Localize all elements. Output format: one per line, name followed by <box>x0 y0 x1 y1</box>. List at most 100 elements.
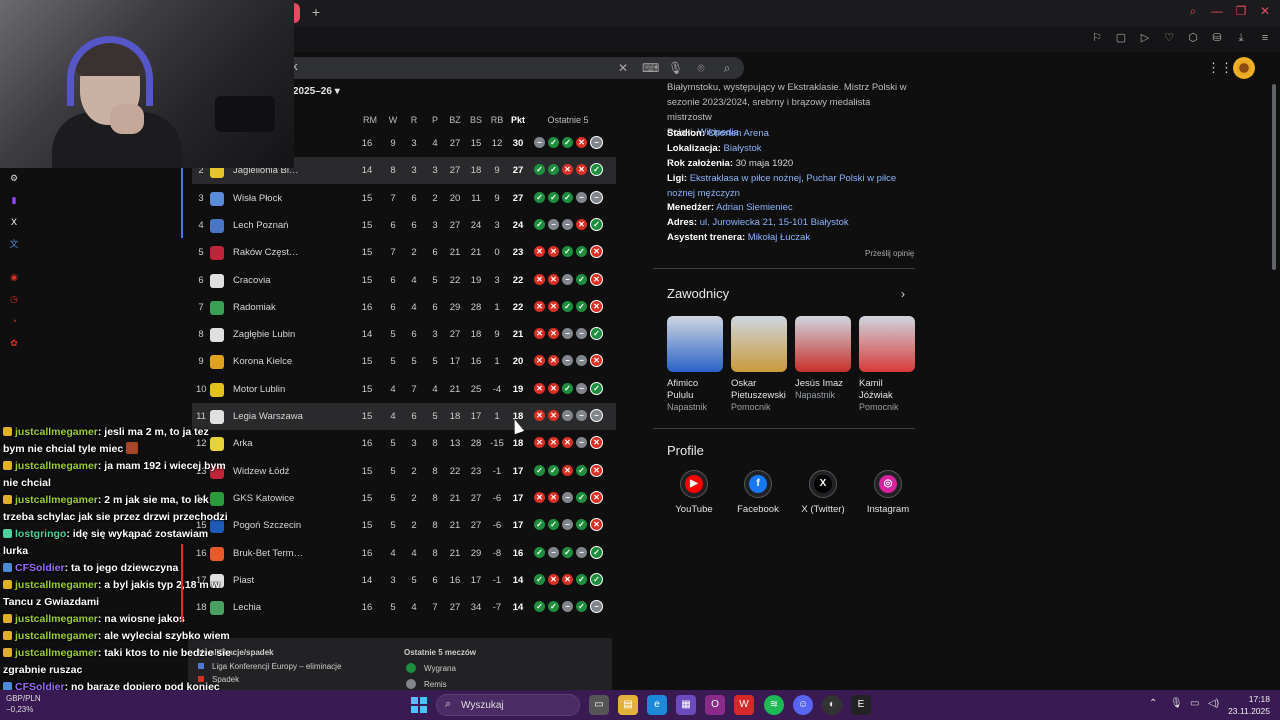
page-scrollbar[interactable] <box>1272 84 1276 270</box>
social-profile-link[interactable]: f Facebook <box>728 470 788 515</box>
draw-icon[interactable]: − <box>576 355 587 367</box>
win-icon[interactable]: ✓ <box>562 300 573 312</box>
chat-username[interactable]: justcallmegamer <box>15 460 98 472</box>
loss-icon[interactable]: ✕ <box>534 355 545 367</box>
loss-icon[interactable]: ✕ <box>590 518 603 532</box>
loss-icon[interactable]: ✕ <box>590 245 603 259</box>
win-icon[interactable]: ✓ <box>576 464 587 476</box>
draw-icon[interactable]: − <box>562 218 573 230</box>
loss-icon[interactable]: ✕ <box>590 436 603 450</box>
fact-value[interactable]: Ekstraklasa w piłce nożnej, Puchar Polsk… <box>667 173 896 199</box>
win-icon[interactable]: ✓ <box>576 246 587 258</box>
loss-icon[interactable]: ✕ <box>548 273 559 285</box>
player-card[interactable]: Kamil Jóźwiak Pomocnik <box>859 316 917 412</box>
loss-icon[interactable]: ✕ <box>562 437 573 449</box>
chat-username[interactable]: justcallmegamer <box>15 613 98 625</box>
loss-icon[interactable]: ✕ <box>548 573 559 585</box>
draw-icon[interactable]: − <box>562 273 573 285</box>
draw-icon[interactable]: − <box>590 136 603 149</box>
x-sidebar-icon[interactable]: X <box>8 216 20 228</box>
win-icon[interactable]: ✓ <box>534 191 545 203</box>
win-icon[interactable]: ✓ <box>562 191 573 203</box>
draw-icon[interactable]: − <box>576 546 587 558</box>
wallet-icon[interactable]: ⛁ <box>1210 30 1224 46</box>
win-icon[interactable]: ✓ <box>562 546 573 558</box>
play-icon[interactable]: ▷ <box>1138 30 1152 46</box>
player-card[interactable]: Afimico Pululu Napastnik <box>667 316 725 412</box>
extensions-icon[interactable]: ⬡ <box>1186 30 1200 46</box>
draw-icon[interactable]: − <box>576 437 587 449</box>
table-row[interactable]: 13 Widzew Łódź 15 5 2 8 22 23 -1 17 ✓ ✓ ✕ ✓ ✕ <box>192 458 616 485</box>
heart-icon[interactable]: ♡ <box>1162 30 1176 46</box>
win-icon[interactable]: ✓ <box>534 601 545 613</box>
discord-icon[interactable]: ☺ <box>793 695 813 715</box>
ticker-widget[interactable]: GBP/PLN −0,23% <box>6 693 41 715</box>
apps-grid-icon[interactable]: ⋮⋮⋮ <box>1207 61 1246 75</box>
table-row[interactable]: 18 Lechia 16 5 4 7 27 34 -7 14 ✓ ✓ − ✓ − <box>192 594 616 621</box>
win-icon[interactable]: ✓ <box>548 519 559 531</box>
player-card[interactable]: Jesús Imaz Napastnik <box>795 316 853 400</box>
feedback-link[interactable]: Prześlij opinię <box>865 249 914 258</box>
table-row[interactable]: 3 Wisła Płock 15 7 6 2 20 11 9 27 ✓ ✓ ✓ − − <box>192 185 616 212</box>
social-profile-link[interactable]: ◎ Instagram <box>858 470 918 515</box>
opera-icon[interactable]: O <box>705 695 725 715</box>
loss-icon[interactable]: ✕ <box>534 246 545 258</box>
lens-icon[interactable]: ⌾ <box>694 59 708 77</box>
search-tabs-icon[interactable]: ⌕ <box>1186 3 1200 19</box>
fact-value[interactable]: Chorten Arena <box>708 128 769 139</box>
loss-icon[interactable]: ✕ <box>548 328 559 340</box>
win-icon[interactable]: ✓ <box>590 163 603 177</box>
minimize-icon[interactable]: — <box>1210 3 1224 19</box>
fact-value[interactable]: Mikołaj Łuczak <box>748 232 810 243</box>
draw-icon[interactable]: − <box>562 601 573 613</box>
chevron-right-icon[interactable]: › <box>893 284 913 304</box>
draw-icon[interactable]: − <box>562 410 573 421</box>
win-icon[interactable]: ✓ <box>576 601 587 613</box>
settings-icon[interactable]: ✿ <box>8 337 20 349</box>
team-name[interactable]: Cracovia <box>233 275 313 286</box>
tray-volume-icon[interactable]: ◁) <box>1208 698 1219 709</box>
win-icon[interactable]: ✓ <box>576 519 587 531</box>
team-name[interactable]: Motor Lublin <box>233 384 313 395</box>
loss-icon[interactable]: ✕ <box>562 573 573 585</box>
table-row[interactable]: 17 Piast 14 3 5 6 16 17 -1 14 ✓ ✕ ✕ ✓ ✓ <box>192 567 616 594</box>
table-row[interactable]: 15 Pogoń Szczecin 15 5 2 8 21 27 -6 17 ✓ ✓ − ✓ ✕ <box>192 512 616 539</box>
draw-icon[interactable]: − <box>562 519 573 531</box>
clear-icon[interactable]: ✕ <box>616 59 630 77</box>
loss-icon[interactable]: ✕ <box>548 410 559 421</box>
table-row[interactable]: 12 Arka 16 5 3 8 13 28 -15 18 ✕ ✕ ✕ − ✕ <box>192 430 616 457</box>
edge-icon[interactable]: e <box>647 695 667 715</box>
win-icon[interactable]: ✓ <box>576 573 587 585</box>
maximize-icon[interactable]: ❐ <box>1234 3 1248 19</box>
win-icon[interactable]: ✓ <box>590 327 603 341</box>
loss-icon[interactable]: ✕ <box>548 300 559 312</box>
win-icon[interactable]: ✓ <box>590 572 603 586</box>
keyboard-icon[interactable]: ⌨ <box>642 59 659 77</box>
draw-icon[interactable]: − <box>562 491 573 503</box>
win-icon[interactable]: ✓ <box>534 164 545 176</box>
fact-value[interactable]: Białystok <box>724 143 762 154</box>
loss-icon[interactable]: ✕ <box>534 437 545 449</box>
win-icon[interactable]: ✓ <box>534 519 545 531</box>
win-icon[interactable]: ✓ <box>576 273 587 285</box>
windows-start-icon[interactable] <box>411 697 427 713</box>
win-icon[interactable]: ✓ <box>534 573 545 585</box>
win-icon[interactable]: ✓ <box>534 464 545 476</box>
win-icon[interactable]: ✓ <box>576 300 587 312</box>
search-bar[interactable]: k ✕ ⌨ 🎙︎ ⌾ ⌕ <box>230 57 744 79</box>
chat-username[interactable]: justcallmegamer <box>15 494 98 506</box>
team-name[interactable]: Lechia <box>233 602 313 613</box>
draw-icon[interactable]: − <box>576 191 587 203</box>
loss-icon[interactable]: ✕ <box>576 164 587 176</box>
win-icon[interactable]: ✓ <box>534 546 545 558</box>
table-row[interactable]: 11 Legia Warszawa 15 4 6 5 18 17 1 18 ✕ ✕ − − − <box>192 403 616 430</box>
record-icon[interactable]: ◉ <box>8 271 20 283</box>
loss-icon[interactable]: ✕ <box>548 491 559 503</box>
vivaldi-icon[interactable]: W <box>734 695 754 715</box>
team-name[interactable]: Lech Poznań <box>233 220 313 231</box>
win-icon[interactable]: ✓ <box>590 381 603 395</box>
loss-icon[interactable]: ✕ <box>590 272 603 286</box>
win-icon[interactable]: ✓ <box>548 464 559 476</box>
table-row[interactable]: 16 Bruk-Bet Term… 16 4 4 8 21 29 -8 16 ✓ − ✓ − ✓ <box>192 540 616 567</box>
loss-icon[interactable]: ✕ <box>576 137 587 148</box>
